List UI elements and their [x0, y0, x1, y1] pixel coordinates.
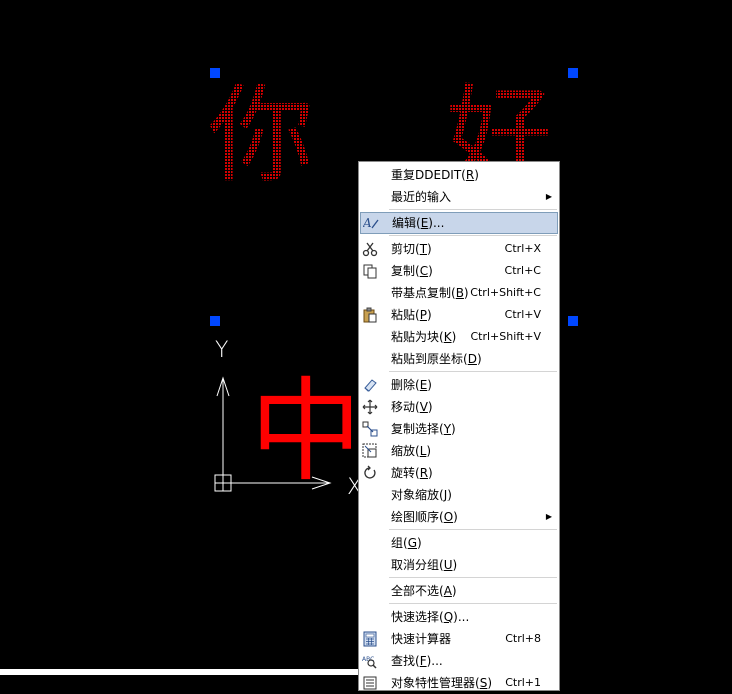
menu-item-copy-base-point[interactable]: 带基点复制(B) Ctrl+Shift+C — [359, 282, 559, 304]
menu-item-properties-manager[interactable]: 对象特性管理器(S) Ctrl+1 — [359, 672, 559, 694]
menu-separator — [389, 209, 557, 210]
menu-item-draw-order[interactable]: 绘图顺序(O) ▶ — [359, 506, 559, 528]
menu-item-paste[interactable]: 粘贴(P) Ctrl+V — [359, 304, 559, 326]
clipboard-icon — [363, 307, 377, 323]
submenu-arrow-icon: ▶ — [545, 192, 552, 201]
context-menu: 重复DDEDIT(R) 最近的输入 ▶ A 编辑(E)... 剪切(T) Ctr… — [358, 161, 560, 691]
rotate-icon — [364, 465, 376, 479]
grip-top-left[interactable] — [210, 68, 220, 78]
menu-item-quick-select[interactable]: 快速选择(Q)... — [359, 606, 559, 628]
ucs-y-label: Y — [215, 338, 228, 363]
edit-text-icon: A — [363, 216, 379, 230]
menu-separator — [389, 577, 557, 578]
menu-item-quick-calc[interactable]: 快速计算器 Ctrl+8 — [359, 628, 559, 650]
menu-item-cut[interactable]: 剪切(T) Ctrl+X — [359, 238, 559, 260]
menu-item-copy[interactable]: 复制(C) Ctrl+C — [359, 260, 559, 282]
find-text-icon: ABC — [362, 656, 377, 669]
scissors-icon — [362, 242, 378, 257]
menu-item-repeat[interactable]: 重复DDEDIT(R) — [359, 164, 559, 186]
grip-mid-left[interactable] — [210, 316, 220, 326]
menu-separator — [389, 603, 557, 604]
menu-item-copy-selection[interactable]: 复制选择(Y) — [359, 418, 559, 440]
menu-item-rotate[interactable]: 旋转(R) — [359, 462, 559, 484]
menu-item-recent-input[interactable]: 最近的输入 ▶ — [359, 186, 559, 208]
copy-selection-icon — [362, 421, 378, 437]
grip-mid-right[interactable] — [568, 316, 578, 326]
menu-separator — [389, 529, 557, 530]
menu-item-object-scale[interactable]: 对象缩放(J) — [359, 484, 559, 506]
menu-item-erase[interactable]: 删除(E) — [359, 374, 559, 396]
menu-separator — [389, 235, 557, 236]
move-arrows-icon — [362, 399, 378, 415]
eraser-icon — [364, 379, 377, 392]
scale-icon — [362, 443, 377, 458]
calculator-icon — [363, 631, 377, 647]
grip-top-right[interactable] — [568, 68, 578, 78]
text-object-zhong[interactable]: 中 — [250, 367, 362, 497]
menu-separator — [389, 371, 557, 372]
menu-item-paste-original-coords[interactable]: 粘贴到原坐标(D) — [359, 348, 559, 370]
menu-item-group[interactable]: 组(G) — [359, 532, 559, 554]
menu-item-ungroup[interactable]: 取消分组(U) — [359, 554, 559, 576]
status-bar-strip — [0, 669, 358, 675]
menu-item-move[interactable]: 移动(V) — [359, 396, 559, 418]
properties-icon — [363, 676, 377, 690]
text-object-ni[interactable]: 你 — [208, 74, 314, 197]
svg-text:A: A — [363, 216, 372, 230]
menu-item-paste-as-block[interactable]: 粘贴为块(K) Ctrl+Shift+V — [359, 326, 559, 348]
menu-item-deselect-all[interactable]: 全部不选(A) — [359, 580, 559, 602]
menu-item-scale[interactable]: 缩放(L) — [359, 440, 559, 462]
menu-item-find[interactable]: ABC 查找(F)... — [359, 650, 559, 672]
submenu-arrow-icon: ▶ — [545, 512, 552, 521]
menu-item-edit[interactable]: A 编辑(E)... — [360, 212, 558, 234]
copy-icon — [363, 264, 377, 279]
